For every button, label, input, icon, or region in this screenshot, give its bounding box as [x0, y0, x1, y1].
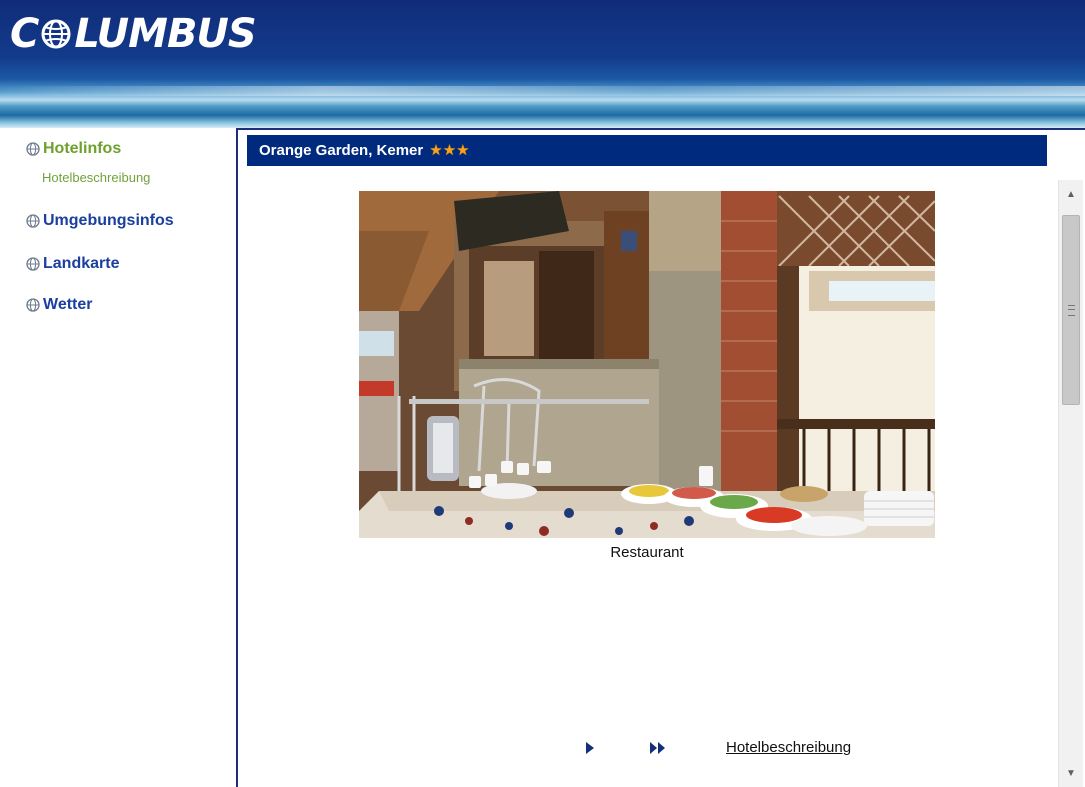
- columbus-logo[interactable]: C LUMBUS: [10, 11, 257, 57]
- scroll-thumb[interactable]: [1062, 215, 1080, 405]
- logo-text-left: C: [10, 11, 39, 57]
- logo-text-right: LUMBUS: [74, 11, 256, 57]
- sidebar-item-label: Umgebungsinfos: [43, 212, 174, 229]
- header-banner: C LUMBUS: [0, 0, 1085, 128]
- globe-icon: [26, 214, 40, 228]
- sidebar: Hotelinfos Hotelbeschreibung Umgebungsin…: [0, 128, 236, 787]
- play-icon[interactable]: [584, 741, 596, 755]
- sidebar-item-landkarte[interactable]: Landkarte: [26, 255, 119, 273]
- star-rating: ★ ★ ★: [429, 143, 469, 158]
- grip-icon: [1067, 304, 1075, 316]
- sidebar-item-label: Landkarte: [43, 255, 120, 272]
- sidebar-subitem-hotelbeschreibung[interactable]: Hotelbeschreibung: [42, 170, 150, 185]
- scroll-up-arrow-icon[interactable]: ▲: [1059, 182, 1083, 206]
- logo-globe-icon: [41, 19, 71, 49]
- sidebar-item-hotelinfos[interactable]: Hotelinfos: [26, 140, 121, 158]
- scroll-down-arrow-icon[interactable]: ▼: [1059, 761, 1083, 785]
- sidebar-item-wetter[interactable]: Wetter: [26, 296, 93, 314]
- sidebar-item-label: Wetter: [43, 296, 93, 313]
- fast-forward-icon[interactable]: [648, 741, 668, 755]
- globe-icon: [26, 298, 40, 312]
- star-icon: ★: [429, 142, 443, 159]
- hotel-title-bar: Orange Garden, Kemer ★ ★ ★: [247, 135, 1047, 166]
- hotel-title: Orange Garden, Kemer: [259, 142, 424, 159]
- star-icon: ★: [442, 142, 457, 159]
- content-frame: Orange Garden, Kemer ★ ★ ★ Restaurant Ho…: [236, 128, 1085, 787]
- globe-icon: [26, 257, 40, 271]
- photo-caption: Restaurant: [610, 544, 684, 561]
- star-icon: ★: [456, 142, 470, 159]
- vertical-scrollbar[interactable]: ▲ ▼: [1058, 180, 1083, 787]
- photo-illustration: [359, 191, 935, 538]
- sidebar-item-label: Hotelinfos: [43, 140, 122, 157]
- globe-icon: [26, 142, 40, 156]
- sidebar-item-umgebungsinfos[interactable]: Umgebungsinfos: [26, 212, 174, 230]
- restaurant-photo[interactable]: [359, 191, 935, 538]
- hotelbeschreibung-link[interactable]: Hotelbeschreibung: [726, 739, 851, 756]
